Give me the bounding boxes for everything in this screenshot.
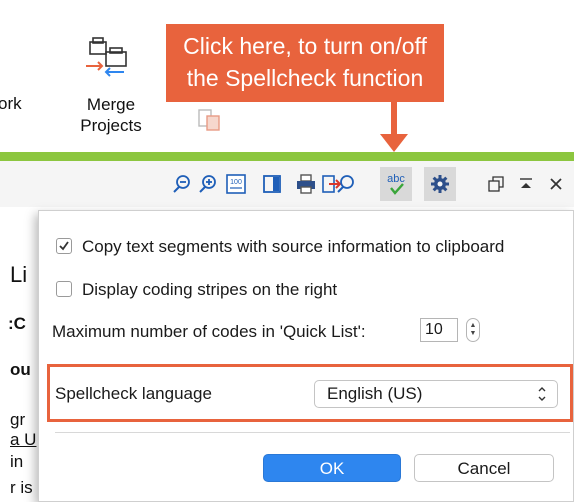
coding-stripes-label: Display coding stripes on the right: [82, 280, 338, 299]
document-fragment: :C: [8, 314, 26, 333]
document-fragment: a U: [10, 430, 37, 449]
spellcheck-callout: Click here, to turn on/off the Spellchec…: [166, 24, 444, 102]
merge-projects-label-line1: Merge: [86, 95, 136, 114]
callout-line2: the Spellcheck function: [186, 65, 424, 91]
document-fragment: in: [10, 452, 24, 471]
window-restore-icon[interactable]: [480, 167, 512, 201]
document-fragment: ou: [10, 360, 31, 379]
quick-list-stepper[interactable]: ▲ ▼: [466, 318, 480, 342]
coding-stripes-checkbox[interactable]: [56, 281, 72, 297]
document-fragment: gr: [10, 410, 26, 429]
spellcheck-language-label: Spellcheck language: [55, 384, 212, 403]
ribbon-accent-bar: [0, 152, 574, 161]
document-fragment: Li: [10, 262, 28, 287]
collapse-icon[interactable]: [510, 167, 542, 201]
paste-icon[interactable]: [196, 106, 224, 134]
zoom-100-label: 100: [230, 179, 242, 186]
spellcheck-toggle-button[interactable]: abc: [380, 167, 412, 201]
callout-line1: Click here, to turn on/off: [183, 33, 427, 59]
document-toolbar: 100 abc: [0, 161, 574, 207]
panel-toggle-icon[interactable]: [256, 167, 288, 201]
quick-list-count-input[interactable]: 10: [420, 318, 458, 342]
document-fragment: r is: [10, 478, 33, 497]
merge-projects-button[interactable]: Merge Projects: [74, 94, 148, 136]
callout-arrow-head: [380, 134, 408, 152]
copy-source-label: Copy text segments with source informati…: [82, 237, 505, 256]
close-icon[interactable]: [540, 167, 572, 201]
settings-gear-icon[interactable]: [424, 167, 456, 201]
chevron-up-icon[interactable]: ▲: [470, 322, 477, 330]
spellcheck-language-select[interactable]: English (US): [314, 380, 558, 408]
ok-button[interactable]: OK: [263, 454, 401, 482]
quick-list-label: Maximum number of codes in 'Quick List':: [52, 322, 366, 341]
ribbon-partial-label: ork: [0, 94, 22, 113]
merge-projects-label-line2: Projects: [80, 116, 142, 135]
spellcheck-icon: abc: [387, 173, 405, 195]
panel-divider: [55, 432, 570, 433]
cancel-button[interactable]: Cancel: [414, 454, 554, 482]
select-chevron-icon: [537, 381, 547, 415]
chevron-down-icon[interactable]: ▼: [470, 330, 477, 338]
spellcheck-language-value: English (US): [327, 384, 423, 403]
spellcheck-label: abc: [387, 173, 405, 185]
checkmark-icon: [59, 241, 69, 251]
copy-source-checkbox[interactable]: [56, 238, 72, 254]
zoom-100-icon[interactable]: 100: [220, 167, 252, 201]
search-icon[interactable]: [330, 167, 362, 201]
merge-projects-icon[interactable]: [80, 36, 134, 84]
